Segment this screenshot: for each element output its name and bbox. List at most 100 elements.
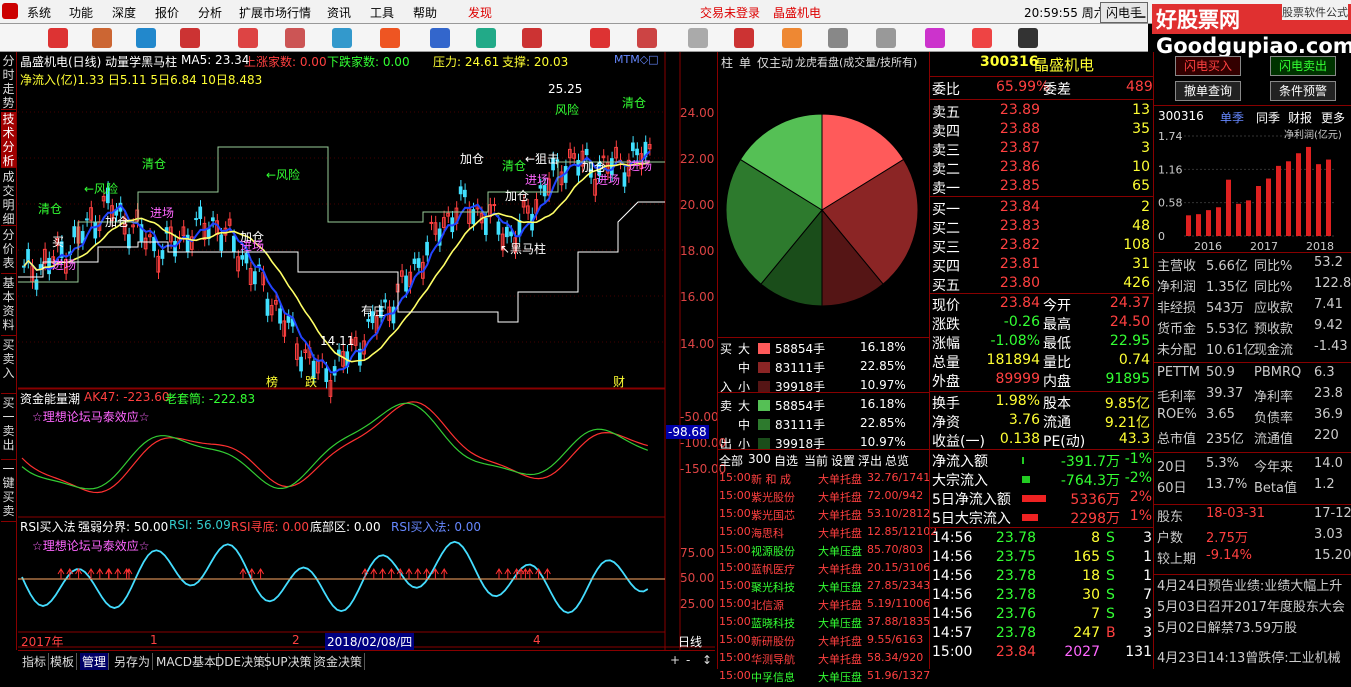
filter-self[interactable]: 自选 (774, 452, 798, 469)
toolbar-icon-3[interactable] (136, 28, 156, 48)
mid-tab-single[interactable]: 单 (739, 54, 751, 71)
menu-news[interactable]: 资讯 (327, 4, 351, 21)
toolbar-icon-4[interactable] (180, 28, 200, 48)
fin-d: 1.2 (1314, 477, 1335, 492)
toolbar-icon-6[interactable] (285, 28, 305, 48)
toolbar-icon-7[interactable] (332, 28, 352, 48)
btab-saveas[interactable]: 另存为 (112, 653, 154, 670)
mid-tab-dragon[interactable]: 龙虎看盘(成交量/技所有) (795, 54, 917, 70)
stat-label: 最低 (1043, 336, 1071, 352)
btab-indicator[interactable]: 指标 (20, 653, 50, 670)
x-label: 4 (533, 633, 541, 647)
ltab-price-table[interactable]: 分价表 (1, 228, 16, 274)
period-label[interactable]: 日线 (678, 633, 702, 650)
news-row[interactable]: 15:00 华测导航 大单托盘 58.34/920 (718, 651, 930, 669)
ipo-icon[interactable] (1018, 28, 1038, 48)
event-row[interactable]: 4月24日预告业绩:业绩大幅上升 (1157, 575, 1351, 596)
filter-300[interactable]: 300 (748, 452, 771, 466)
news-row[interactable]: 15:00 紫光国芯 大单托盘 53.10/2812 (718, 507, 930, 525)
flow-pct: 1% (1129, 508, 1152, 524)
toolbar-icon-16[interactable] (782, 28, 802, 48)
toolbar-icon-9[interactable] (430, 28, 450, 48)
cancel-query-button[interactable]: 撤单查询 (1175, 81, 1241, 101)
filter-float[interactable]: 浮出 (858, 452, 882, 469)
menu-depth[interactable]: 深度 (112, 4, 136, 21)
news-row[interactable]: 15:00 蓝晓科技 大单压盘 37.88/1835 (718, 615, 930, 633)
toolbar-icon-13[interactable] (637, 28, 657, 48)
filter-overview[interactable]: 总览 (885, 452, 909, 469)
toolbar-icon-5[interactable] (238, 28, 258, 48)
toolbar-icon-20[interactable] (972, 28, 992, 48)
zoom-out-icon[interactable]: - (684, 653, 692, 667)
login-status[interactable]: 交易未登录 (700, 4, 760, 21)
alert-button[interactable]: 条件预警 (1270, 81, 1336, 101)
event-row[interactable]: 5月02日解禁73.59万股 (1157, 617, 1351, 638)
filter-current[interactable]: 当前 (804, 452, 828, 469)
btab-manage[interactable]: 管理 (80, 653, 110, 670)
toolbar-icon-14[interactable] (688, 28, 708, 48)
news-row[interactable]: 15:00 新研股份 大单托盘 9.55/6163 (718, 633, 930, 651)
ltab-basic-info[interactable]: 基本资料 (1, 276, 16, 336)
rtab-same[interactable]: 同季 (1256, 109, 1280, 126)
toolbar-icon-11[interactable] (522, 28, 542, 48)
news-row[interactable]: 15:00 中孚信息 大单压盘 51.96/1327 (718, 669, 930, 687)
scroll-arrows-icon[interactable]: ↕ (700, 653, 714, 667)
menu-quote[interactable]: 报价 (155, 4, 179, 21)
ltab-technical[interactable]: 技术分析 (1, 112, 16, 168)
toolbar-icon-10[interactable] (476, 28, 496, 48)
btab-sup[interactable]: SUP决策 (262, 653, 315, 670)
btab-fund[interactable]: 资金决策 (312, 653, 366, 670)
minimize-icon[interactable]: ▁ (1136, 4, 1145, 18)
toolbar-icon-2[interactable] (92, 28, 112, 48)
menu-discover[interactable]: 发现 (468, 4, 492, 21)
menu-system[interactable]: 系统 (27, 4, 51, 21)
ltab-one-click[interactable]: 一键买卖 (1, 462, 16, 522)
kline-chart[interactable] (18, 52, 715, 650)
zoom-in-icon[interactable]: + (668, 653, 682, 667)
toolbar-icon-18[interactable] (876, 28, 896, 48)
news-row[interactable]: 15:00 聚光科技 大单压盘 27.85/2343 (718, 579, 930, 597)
btab-template[interactable]: 模板 (48, 653, 78, 670)
ltab-buy-in[interactable]: 买卖入 (1, 338, 16, 394)
btab-dde[interactable]: DDE决策 (213, 653, 269, 670)
news-row[interactable]: 15:00 北信源 大单托盘 5.19/11006 (718, 597, 930, 615)
filter-settings[interactable]: 设置 (831, 452, 855, 469)
toolbar-icon-15[interactable] (734, 28, 754, 48)
menu-tools[interactable]: 工具 (370, 4, 394, 21)
toolbar-icon-8[interactable] (380, 28, 400, 48)
news-row[interactable]: 15:00 视源股份 大单压盘 85.70/803 (718, 543, 930, 561)
profit-bar (1276, 165, 1281, 236)
ltab-sell[interactable]: 买一卖出 (1, 396, 16, 460)
news-row[interactable]: 15:00 新 和 成 大单托盘 32.76/1741 (718, 471, 930, 489)
news-row[interactable]: 15:00 海思科 大单托盘 12.85/12102 (718, 525, 937, 543)
mid-tab-bar[interactable]: 柱 (721, 54, 733, 71)
ltab-detail[interactable]: 成交明细 (1, 170, 16, 226)
news-row[interactable]: 15:00 紫光股份 大单托盘 72.00/942 (718, 489, 930, 507)
mid-tab-active[interactable]: 仅主动 (757, 54, 793, 71)
menu-function[interactable]: 功能 (69, 4, 93, 21)
rtab-more[interactable]: 更多 (1321, 109, 1345, 126)
menu-analysis[interactable]: 分析 (198, 4, 222, 21)
toolbar-icon-17[interactable] (828, 28, 848, 48)
flash-buy-button[interactable]: 闪电买入 (1175, 56, 1241, 76)
filter-all[interactable]: 全部 (719, 452, 743, 469)
rtab-report[interactable]: 财报 (1288, 109, 1312, 126)
toolbar-icon-1[interactable] (48, 28, 68, 48)
event-row[interactable]: 4月23日14:13曾跌停:工业机械 (1157, 647, 1351, 668)
news-n: 紫光国芯 (751, 509, 795, 522)
app-logo-icon[interactable] (2, 3, 18, 19)
news-row[interactable]: 15:00 蓝帆医疗 大单托盘 20.15/3106 (718, 561, 930, 579)
toolbar-icon-19[interactable] (925, 28, 945, 48)
event-row[interactable]: 5月03日召开2017年度股东大会 (1157, 596, 1351, 617)
ltab-intraday[interactable]: 分时走势 (1, 54, 16, 110)
rsi-arrow-icon (521, 568, 529, 579)
menu-help[interactable]: 帮助 (413, 4, 437, 21)
menu-ext-market[interactable]: 扩展市场行情 (239, 4, 311, 21)
btab-macd[interactable]: MACD基本 (154, 653, 219, 670)
stat-label: PE(动) (1043, 434, 1086, 450)
candle-body (232, 235, 236, 253)
toolbar-icon-12[interactable] (590, 28, 610, 48)
bar-y-tick: 1.16 (1158, 163, 1183, 176)
flash-sell-button[interactable]: 闪电卖出 (1270, 56, 1336, 76)
rtab-quarter[interactable]: 单季 (1220, 109, 1244, 126)
